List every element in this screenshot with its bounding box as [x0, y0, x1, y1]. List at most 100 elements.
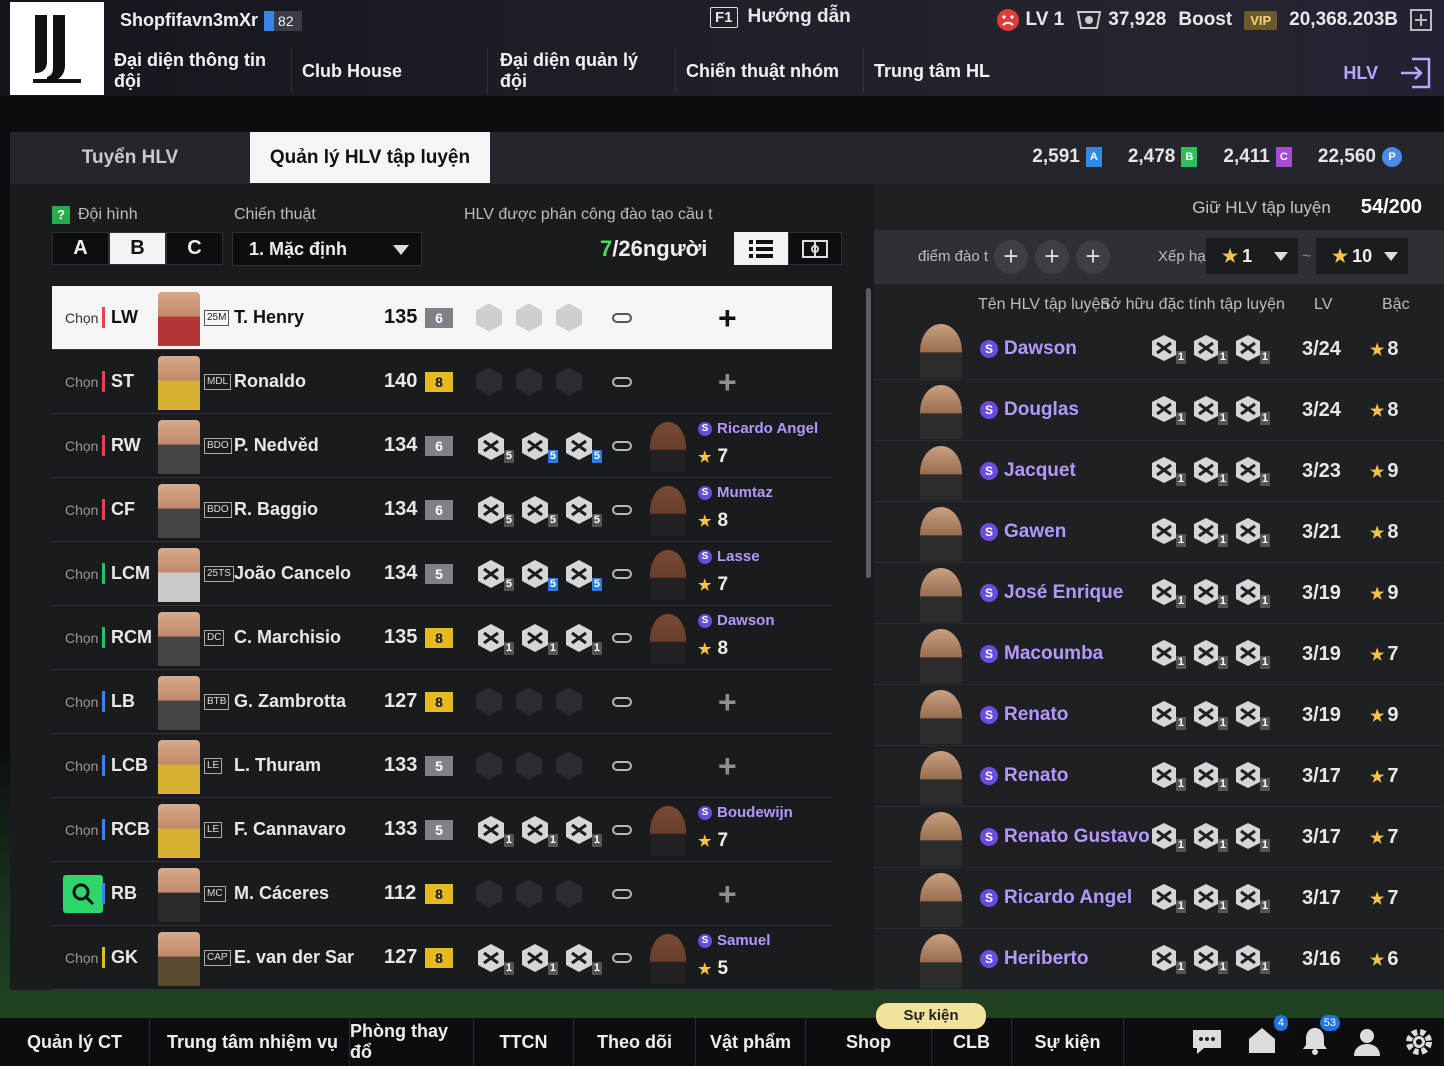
pitch-view-button[interactable] — [788, 232, 842, 265]
bell-notifications[interactable]: 53 — [1300, 1014, 1340, 1060]
assign-coach-button[interactable]: + — [718, 750, 737, 782]
assigned-coach[interactable]: S Samuel — [698, 932, 770, 949]
formation-a-button[interactable]: A — [52, 232, 109, 265]
add-filter-2-button[interactable]: + — [1035, 240, 1069, 274]
player-row[interactable]: Chọn LW 25M T. Henry 135 6 + — [52, 286, 832, 350]
hlv-section[interactable]: HLV — [1343, 56, 1432, 90]
assigned-coach[interactable]: S Lasse — [698, 548, 760, 565]
assigned-coach[interactable]: S Dawson — [698, 612, 775, 629]
link-icon[interactable] — [612, 824, 632, 835]
select-label[interactable]: Chọn — [65, 694, 98, 710]
training-trait-icon: 1 — [1150, 822, 1186, 852]
coach-row[interactable]: S Jacquet 1 1 1 3/23 ★ 9 — [874, 442, 1444, 502]
coach-row[interactable]: S Dawson 1 1 1 3/24 ★ 8 — [874, 320, 1444, 380]
coach-row[interactable]: S Macoumba 1 1 1 3/19 ★ 7 — [874, 625, 1444, 685]
nav-group-tactics[interactable]: Chiến thuật nhóm — [676, 48, 864, 94]
search-button[interactable] — [63, 875, 103, 913]
add-bp-icon[interactable] — [1410, 9, 1432, 31]
coach-grade: ★ 7 — [1370, 887, 1399, 909]
player-avatar — [158, 868, 200, 922]
select-label[interactable]: Chọn — [65, 438, 98, 454]
bottom-menu-item[interactable]: Quản lý CT — [0, 1018, 150, 1066]
coach-row[interactable]: S Ricardo Angel 1 1 1 3/17 ★ 7 — [874, 869, 1444, 929]
link-icon[interactable] — [612, 632, 632, 643]
player-row[interactable]: Chọn CF BDO R. Baggio 134 6 5 5 5 S Mumtaz ★ 8 — [52, 478, 832, 542]
rank-from-dropdown[interactable]: ★ 1 — [1206, 238, 1298, 274]
training-skill-icon: 5 — [476, 559, 514, 591]
player-row[interactable]: Chọn RCM DC C. Marchisio 135 8 1 1 1 S Dawson ★ 8 — [52, 606, 832, 670]
nav-team-info[interactable]: Đại diện thông tin đội — [104, 48, 292, 94]
settings-icon[interactable] — [1404, 1027, 1434, 1057]
coach-row[interactable]: S José Enrique 1 1 1 3/19 ★ 9 — [874, 564, 1444, 624]
player-row[interactable]: Chọn RW BDO P. Nedvěd 134 6 5 5 5 S Ricardo Angel ★… — [52, 414, 832, 478]
link-icon[interactable] — [612, 376, 632, 387]
select-label[interactable]: Chọn — [65, 566, 98, 582]
assigned-coach[interactable]: S Boudewijn — [698, 804, 793, 821]
bottom-menu-item[interactable]: Sự kiện — [1012, 1018, 1124, 1066]
rank-to-dropdown[interactable]: ★ 10 — [1316, 238, 1408, 274]
link-icon[interactable] — [612, 760, 632, 771]
player-row[interactable]: Chọn GK CAP E. van der Sar 127 8 1 1 1 S Samuel ★ 5 — [52, 926, 832, 990]
bottom-menu-item[interactable]: TTCN — [474, 1018, 574, 1066]
player-row[interactable]: Chọn LCM 25TS João Cancelo 134 5 5 5 5 S Lasse ★ 7 — [52, 542, 832, 606]
assign-coach-button[interactable]: + — [718, 302, 737, 334]
formation-b-button[interactable]: B — [109, 232, 166, 265]
tab-recruit-coach[interactable]: Tuyển HLV — [10, 132, 250, 183]
select-label[interactable]: Chọn — [65, 310, 98, 326]
player-row[interactable]: Chọn LB BTB G. Zambrotta 127 8 + — [52, 670, 832, 734]
add-filter-1-button[interactable]: + — [994, 240, 1028, 274]
tactic-dropdown[interactable]: 1. Mặc định — [232, 232, 422, 266]
assigned-coach[interactable]: S Mumtaz — [698, 484, 773, 501]
add-filter-3-button[interactable]: + — [1076, 240, 1110, 274]
guide-button[interactable]: F1 Hướng dẫn — [710, 6, 851, 28]
bottom-menu-item[interactable]: Phòng thay đổ — [350, 1018, 474, 1066]
player-row[interactable]: Chọn ST MDL Ronaldo 140 8 + — [52, 350, 832, 414]
player-row[interactable]: RB MC M. Cáceres 112 8 + — [52, 862, 832, 926]
select-label[interactable]: Chọn — [65, 630, 98, 646]
player-row[interactable]: Chọn RCB LE F. Cannavaro 133 5 1 1 1 S Boudewijn ★ 7 — [52, 798, 832, 862]
link-icon[interactable] — [612, 504, 632, 515]
bottom-menu-item[interactable]: Theo dõi — [574, 1018, 696, 1066]
select-label[interactable]: Chọn — [65, 758, 98, 774]
coach-row[interactable]: S Renato 1 1 1 3/19 ★ 9 — [874, 686, 1444, 746]
link-icon[interactable] — [612, 312, 632, 323]
bottom-menu-item[interactable]: Trung tâm nhiệm vụ — [150, 1018, 350, 1066]
skill-level: 1 — [591, 641, 602, 655]
home-notifications[interactable]: 4 — [1246, 1014, 1288, 1060]
link-icon[interactable] — [612, 888, 632, 899]
assign-coach-button[interactable]: + — [718, 878, 737, 910]
profile-icon[interactable] — [1352, 1027, 1382, 1057]
link-icon[interactable] — [612, 440, 632, 451]
coach-traits: 1 1 1 — [1150, 700, 1270, 730]
coach-row[interactable]: S Douglas 1 1 1 3/24 ★ 8 — [874, 381, 1444, 441]
nav-club-house[interactable]: Club House — [292, 48, 488, 94]
formation-c-button[interactable]: C — [166, 232, 223, 265]
help-icon[interactable]: ? — [52, 206, 70, 224]
event-badge[interactable]: Sự kiện — [876, 1003, 986, 1029]
link-icon[interactable] — [612, 952, 632, 963]
player-name: G. Zambrotta — [234, 691, 347, 711]
chat-icon[interactable] — [1190, 1027, 1224, 1057]
nav-training-center[interactable]: Trung tâm HL — [864, 48, 1024, 94]
tab-manage-training-coach[interactable]: Quản lý HLV tập luyện — [250, 132, 490, 183]
select-label[interactable]: Chọn — [65, 822, 98, 838]
select-label[interactable]: Chọn — [65, 502, 98, 518]
assigned-coach[interactable]: S Ricardo Angel — [698, 420, 818, 437]
f1-key: F1 — [710, 6, 738, 28]
nav-team-management[interactable]: Đại diện quản lý đội — [488, 48, 676, 94]
player-row[interactable]: Chọn LCB LE L. Thuram 133 5 + — [52, 734, 832, 798]
coach-row[interactable]: S Renato Gustavo 1 1 1 3/17 ★ 7 — [874, 808, 1444, 868]
assign-coach-button[interactable]: + — [718, 366, 737, 398]
assign-coach-button[interactable]: + — [718, 686, 737, 718]
coach-row[interactable]: S Gawen 1 1 1 3/21 ★ 8 — [874, 503, 1444, 563]
coach-row[interactable]: S Renato 1 1 1 3/17 ★ 7 — [874, 747, 1444, 807]
link-icon[interactable] — [612, 696, 632, 707]
select-label[interactable]: Chọn — [65, 950, 98, 966]
coach-lv: 3/21 — [1302, 521, 1341, 543]
select-label[interactable]: Chọn — [65, 374, 98, 390]
player-list-scrollbar[interactable] — [866, 288, 871, 578]
list-view-button[interactable] — [734, 232, 788, 265]
coach-row[interactable]: S Heriberto 1 1 1 3/16 ★ 6 — [874, 930, 1444, 990]
bottom-menu-item[interactable]: Vật phẩm — [696, 1018, 806, 1066]
link-icon[interactable] — [612, 568, 632, 579]
